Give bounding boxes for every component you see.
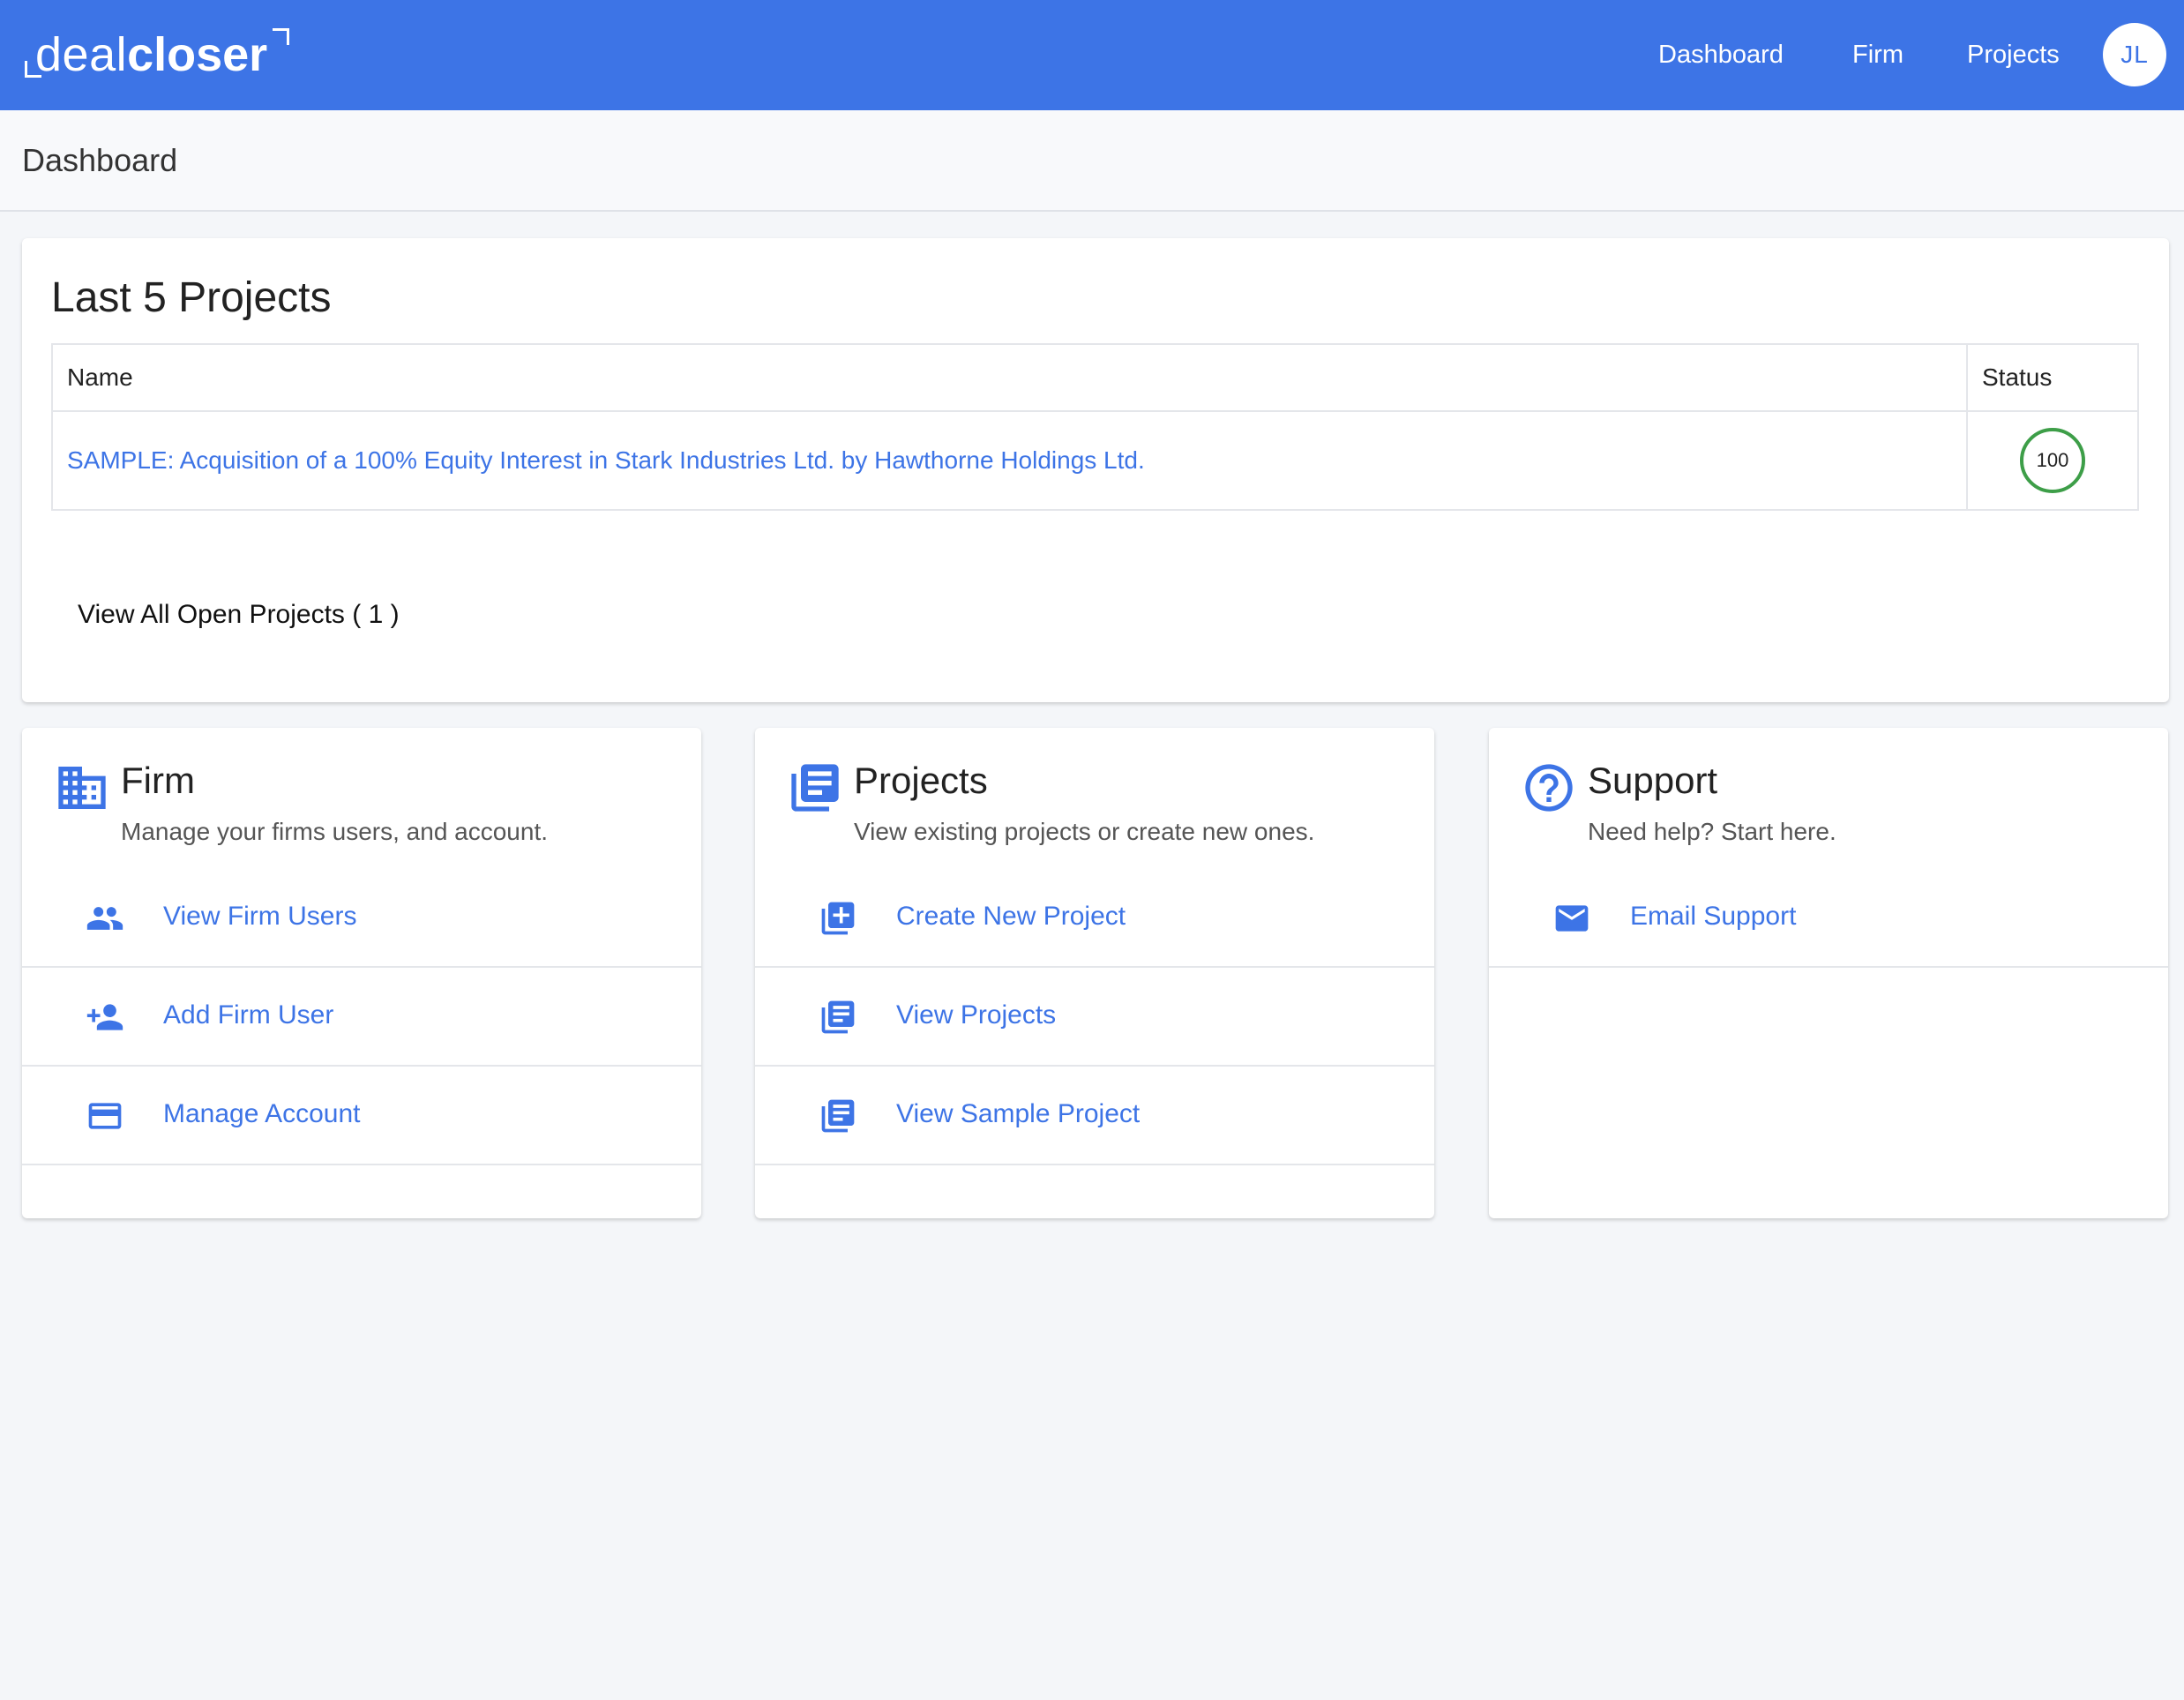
firm-actions: View Firm Users Add Firm User Manage Acc… (22, 728, 701, 1218)
support-card-description: Need help? Start here. (1588, 818, 1836, 845)
create-new-project-label: Create New Project (896, 902, 1126, 931)
last-projects-card: Last 5 Projects Name Status SAMPLE: Acqu… (22, 238, 2169, 702)
logo-corner-top-right (273, 28, 289, 45)
page-header: Dashboard (0, 110, 2184, 212)
view-projects-label: View Projects (896, 1000, 1057, 1030)
credit-card-icon (88, 1103, 122, 1129)
person-add-icon (86, 1004, 123, 1030)
support-card: Support Need help? Start here. Email Sup… (1489, 728, 2168, 1218)
project-status-cell: 100 (1966, 410, 2139, 511)
manage-account-button[interactable]: Manage Account (22, 1065, 701, 1165)
library-books-icon (821, 1099, 855, 1133)
table-row: SAMPLE: Acquisition of a 100% Equity Int… (51, 410, 2139, 511)
top-navbar: dealcloser Dashboard Firm Projects JL (0, 0, 2184, 110)
add-firm-user-button[interactable]: Add Firm User (22, 966, 701, 1067)
project-link[interactable]: SAMPLE: Acquisition of a 100% Equity Int… (67, 446, 1145, 474)
dealcloser-logo[interactable]: dealcloser (21, 19, 289, 90)
nav-dashboard[interactable]: Dashboard (1658, 0, 1784, 110)
email-icon (1555, 905, 1589, 932)
manage-account-label: Manage Account (163, 1099, 361, 1128)
view-firm-users-label: View Firm Users (163, 902, 357, 931)
logo-corner-bottom-left (25, 61, 41, 78)
group-icon (86, 907, 123, 930)
email-support-button[interactable]: Email Support (1489, 867, 2168, 968)
nav-firm[interactable]: Firm (1852, 0, 1904, 110)
projects-card-title: Projects (854, 760, 988, 801)
column-header-name: Name (51, 343, 1968, 412)
view-sample-project-button[interactable]: View Sample Project (755, 1065, 1434, 1165)
view-sample-project-label: View Sample Project (896, 1099, 1141, 1128)
table-header-row: Name Status (51, 343, 2139, 412)
logo-text-closer: closer (127, 28, 268, 81)
nav-projects[interactable]: Projects (1967, 0, 2060, 110)
status-progress-ring: 100 (2020, 428, 2085, 493)
user-avatar[interactable]: JL (2103, 23, 2166, 86)
support-card-title: Support (1588, 760, 1718, 801)
projects-table: Name Status SAMPLE: Acquisition of a 100… (51, 343, 2139, 511)
library-add-icon (821, 902, 855, 935)
page-title: Dashboard (22, 142, 178, 178)
create-new-project-button[interactable]: Create New Project (755, 867, 1434, 968)
column-header-status: Status (1966, 343, 2139, 412)
logo-text-deal: deal (35, 28, 128, 81)
add-firm-user-label: Add Firm User (163, 1000, 334, 1030)
project-name-cell: SAMPLE: Acquisition of a 100% Equity Int… (51, 410, 1968, 511)
help-outline-icon (1525, 764, 1573, 812)
last-projects-title: Last 5 Projects (51, 274, 332, 321)
library-books-icon (821, 1000, 855, 1034)
library-books-icon (791, 764, 839, 812)
view-all-open-projects-link[interactable]: View All Open Projects ( 1 ) (78, 600, 400, 630)
projects-card-description: View existing projects or create new one… (854, 818, 1315, 845)
projects-card: Projects View existing projects or creat… (755, 728, 1434, 1218)
view-projects-button[interactable]: View Projects (755, 966, 1434, 1067)
view-firm-users-button[interactable]: View Firm Users (22, 867, 701, 968)
email-support-label: Email Support (1630, 902, 1797, 931)
